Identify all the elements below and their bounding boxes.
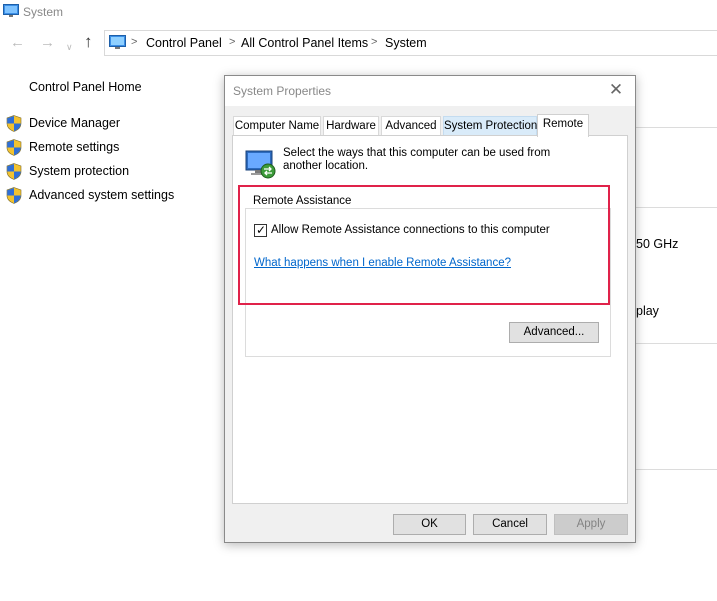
breadcrumb-separator: > <box>371 36 378 48</box>
uac-shield-icon <box>6 139 22 161</box>
recent-locations-chevron-icon[interactable]: ∨ <box>66 38 73 56</box>
sidebar-item-label: Advanced system settings <box>29 188 175 202</box>
navigation-bar: ← → ∨ ↑ > Control Panel > All Control Pa… <box>0 28 717 58</box>
breadcrumb-system[interactable]: System <box>385 36 427 50</box>
window-title: System <box>23 5 64 19</box>
ok-button[interactable]: OK <box>393 514 466 535</box>
system-monitor-icon <box>3 4 19 23</box>
cancel-button[interactable]: Cancel <box>473 514 547 535</box>
tab-hardware[interactable]: Hardware <box>323 116 379 136</box>
close-icon[interactable]: ✕ <box>606 80 626 100</box>
display-fragment: play <box>636 304 659 318</box>
tab-strip: Computer Name Hardware Advanced System P… <box>233 114 633 137</box>
remote-computer-icon <box>245 148 277 185</box>
sidebar-item-label: Remote settings <box>29 140 120 154</box>
tab-remote[interactable]: Remote <box>537 114 589 137</box>
control-panel-home-link[interactable]: Control Panel Home <box>29 80 142 94</box>
breadcrumb-control-panel[interactable]: Control Panel <box>146 36 222 50</box>
section-divider <box>636 127 717 128</box>
breadcrumb-separator: > <box>131 36 138 48</box>
window-titlebar: System <box>0 0 717 26</box>
uac-shield-icon <box>6 187 22 209</box>
dialog-titlebar[interactable]: System Properties ✕ <box>225 76 635 106</box>
remote-tab-panel: Select the ways that this computer can b… <box>232 135 628 504</box>
tab-computer-name[interactable]: Computer Name <box>233 116 321 136</box>
advanced-button[interactable]: Advanced... <box>509 322 599 343</box>
breadcrumb-separator: > <box>229 36 236 48</box>
sidebar-item-label: Device Manager <box>29 116 121 130</box>
system-properties-dialog: System Properties ✕ Computer Name Hardwa… <box>224 75 636 543</box>
back-arrow-icon[interactable]: ← <box>10 34 25 52</box>
highlight-annotation <box>238 185 610 305</box>
processor-speed-fragment: 50 GHz <box>636 237 679 251</box>
section-divider <box>636 207 717 208</box>
section-divider <box>636 343 717 344</box>
dialog-title: System Properties <box>233 84 332 98</box>
section-divider <box>636 469 717 470</box>
sidebar-item-label: System protection <box>29 164 130 178</box>
remote-description: Select the ways that this computer can b… <box>283 147 551 172</box>
uac-shield-icon <box>6 163 22 185</box>
apply-button[interactable]: Apply <box>554 514 628 535</box>
tab-advanced[interactable]: Advanced <box>381 116 441 136</box>
tab-system-protection[interactable]: System Protection <box>443 116 537 136</box>
forward-arrow-icon[interactable]: → <box>40 34 55 52</box>
uac-shield-icon <box>6 115 22 137</box>
address-bar[interactable]: > Control Panel > All Control Panel Item… <box>104 30 717 56</box>
breadcrumb-all-items[interactable]: All Control Panel Items <box>241 36 368 50</box>
up-arrow-icon[interactable]: ↑ <box>84 33 93 51</box>
control-panel-icon <box>109 35 126 55</box>
